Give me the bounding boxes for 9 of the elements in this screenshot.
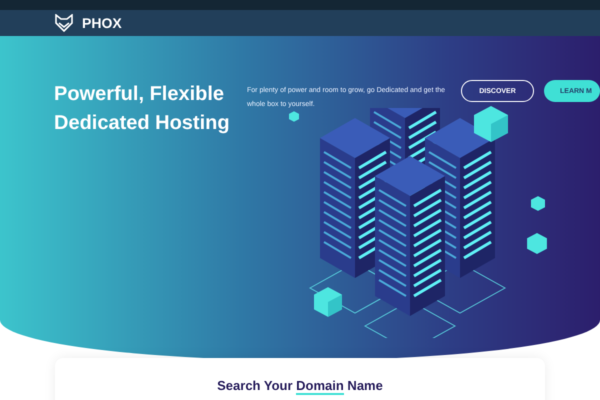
cube-icon <box>527 233 547 254</box>
cube-icon <box>289 111 299 122</box>
hero-title: Powerful, Flexible Dedicated Hosting <box>54 82 231 136</box>
cube-icon <box>531 196 545 211</box>
cube-icon <box>314 287 342 317</box>
cube-icon <box>474 106 508 142</box>
brand-name[interactable]: PHOX <box>82 15 122 31</box>
search-heading: Search Your Domain Name <box>217 378 383 396</box>
fox-logo-icon[interactable] <box>54 14 74 32</box>
